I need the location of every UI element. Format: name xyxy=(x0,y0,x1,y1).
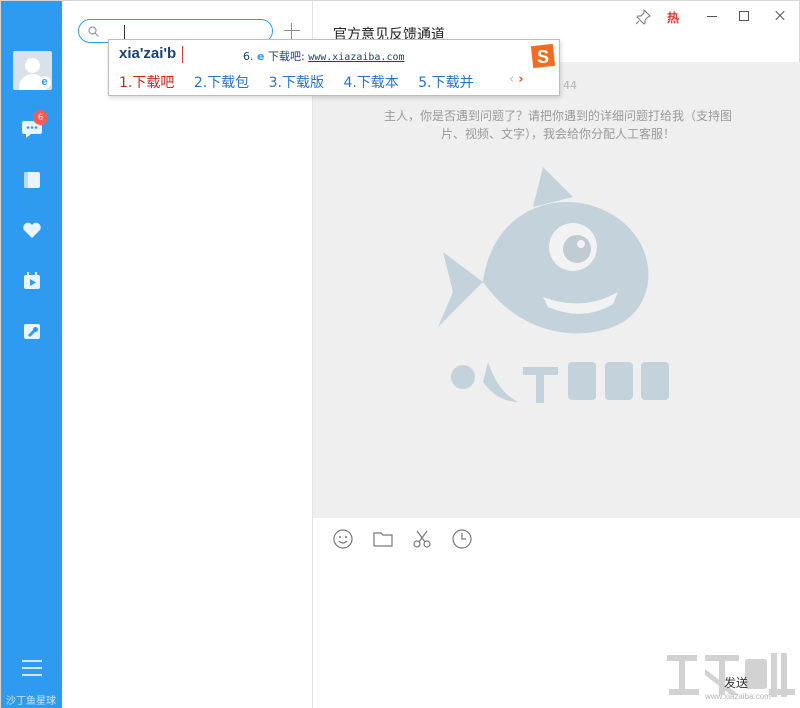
unread-badge: 6 xyxy=(33,110,48,125)
minimize-button[interactable] xyxy=(703,7,721,25)
ime-prev-page-button[interactable]: ‹ xyxy=(509,72,514,87)
ie-icon: e xyxy=(257,50,264,63)
ime-candidate-5[interactable]: 5.下载并 xyxy=(418,72,473,92)
pin-icon[interactable] xyxy=(635,9,651,25)
brand-label: 沙丁鱼星球 xyxy=(6,692,56,707)
sogou-logo-icon[interactable]: S xyxy=(529,41,557,71)
menu-icon[interactable] xyxy=(22,660,42,678)
ime-extra-candidate[interactable]: 6. e 下载吧: www.xiazaiba.com xyxy=(243,48,405,64)
add-button[interactable] xyxy=(283,22,301,40)
ime-candidate-3[interactable]: 3.下载版 xyxy=(269,72,324,92)
clock-icon[interactable] xyxy=(451,528,473,550)
scissors-icon[interactable] xyxy=(411,528,433,550)
message-timestamp: 44 xyxy=(563,79,577,92)
text-caret xyxy=(124,25,125,39)
nav-favorites[interactable] xyxy=(19,217,45,243)
conversation-list-panel xyxy=(62,1,313,708)
tool-icon xyxy=(22,321,42,341)
ie-badge-icon: e xyxy=(38,76,51,89)
search-icon xyxy=(88,26,99,37)
svg-text:S: S xyxy=(537,47,549,67)
ime-candidate-2[interactable]: 2.下载包 xyxy=(194,72,249,92)
ime-page-arrows: ‹› xyxy=(509,72,524,87)
ime-next-page-button[interactable]: › xyxy=(518,72,523,87)
maximize-button[interactable] xyxy=(739,11,749,21)
ime-pinyin-composition: xia'zai'b xyxy=(119,45,176,62)
welcome-message: 主人，你是否遇到问题了？请把你遇到的详细问题打给我（支持图片、视频、文字），我会… xyxy=(383,107,733,143)
ime-candidate-4[interactable]: 4.下载本 xyxy=(343,72,398,92)
mascot-logo-image xyxy=(423,162,693,422)
nav-contacts[interactable] xyxy=(19,167,45,193)
ime-candidate-popup: xia'zai'b 6. e 下载吧: www.xiazaiba.com S 1… xyxy=(108,39,560,96)
watermark-url: www.xiazaiba.com xyxy=(705,692,771,701)
emoji-icon[interactable] xyxy=(332,528,354,550)
chat-messages-area[interactable]: 44 主人，你是否遇到问题了？请把你遇到的详细问题打给我（支持图片、视频、文字）… xyxy=(313,62,800,518)
close-button[interactable] xyxy=(771,7,789,25)
nav-tools[interactable] xyxy=(19,318,45,344)
ime-cursor xyxy=(182,46,183,63)
app-window: e 6 xyxy=(0,0,800,708)
book-icon xyxy=(22,170,42,190)
heart-icon xyxy=(22,221,42,239)
hot-label[interactable]: 热 xyxy=(667,9,679,26)
calendar-icon xyxy=(22,271,42,291)
avatar[interactable]: e xyxy=(13,51,52,90)
ime-candidate-list: 1.下载吧 2.下载包 3.下载版 4.下载本 5.下载并 xyxy=(119,72,489,92)
left-nav: e 6 xyxy=(1,1,62,708)
nav-calendar[interactable] xyxy=(19,268,45,294)
input-toolbar xyxy=(313,518,800,560)
ime-candidate-1[interactable]: 1.下载吧 xyxy=(119,72,174,92)
folder-icon[interactable] xyxy=(372,528,394,550)
